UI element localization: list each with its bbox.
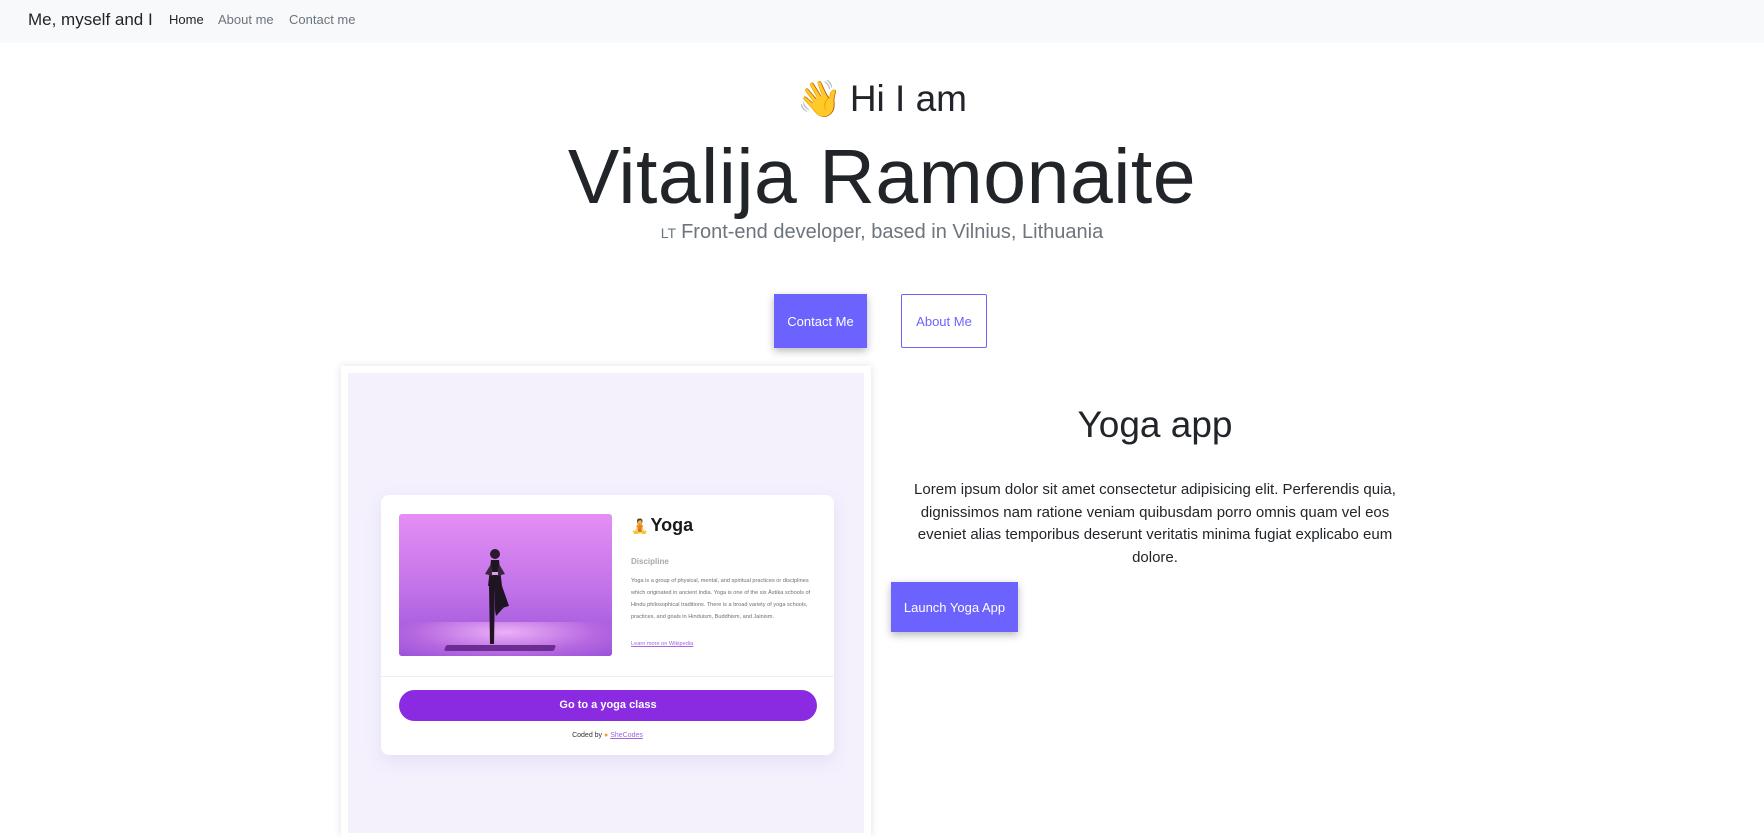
hero-subtitle: LT Front-end developer, based in Vilnius,… bbox=[0, 221, 1764, 244]
project-screenshot: 🧘 Yoga Discipline Yoga is a group of phys… bbox=[348, 373, 864, 833]
nav-link-about[interactable]: About me bbox=[218, 12, 274, 27]
shecodes-logo-icon: ● bbox=[604, 732, 609, 739]
yoga-subheading: Discipline bbox=[631, 557, 669, 566]
contact-me-button[interactable]: Contact Me bbox=[774, 294, 867, 348]
nav-link-home[interactable]: Home bbox=[169, 12, 204, 27]
project-preview-frame: 🧘 Yoga Discipline Yoga is a group of phys… bbox=[341, 366, 871, 836]
lithuania-flag-icon: LT bbox=[660, 225, 677, 241]
navbar-brand[interactable]: Me, myself and I bbox=[28, 10, 153, 30]
hero-name: Vitalija Ramonaite bbox=[567, 134, 1197, 220]
yoga-title-text: Yoga bbox=[650, 515, 694, 535]
nav-link-contact[interactable]: Contact me bbox=[289, 12, 355, 27]
launch-yoga-app-button[interactable]: Launch Yoga App bbox=[891, 582, 1018, 632]
about-me-button[interactable]: About Me bbox=[901, 294, 987, 348]
navbar: Me, myself and I Home About me Contact m… bbox=[0, 0, 1764, 43]
yoga-app-card: 🧘 Yoga Discipline Yoga is a group of phys… bbox=[381, 495, 834, 755]
shecodes-link[interactable]: SheCodes bbox=[610, 732, 643, 739]
go-to-yoga-class-button[interactable]: Go to a yoga class bbox=[399, 690, 817, 721]
subtitle-text: Front-end developer, based in Vilnius, L… bbox=[681, 221, 1104, 243]
hero-greeting: 👋 Hi I am bbox=[0, 78, 1764, 120]
yoga-photo bbox=[399, 514, 612, 656]
card-divider bbox=[381, 676, 834, 677]
yoga-app-title: 🧘 Yoga bbox=[631, 515, 693, 536]
greeting-text: Hi I am bbox=[849, 78, 967, 119]
yoga-description: Yoga is a group of physical, mental, and… bbox=[631, 578, 811, 620]
project-description: Lorem ipsum dolor sit amet consectetur a… bbox=[914, 481, 1396, 566]
project-title: Yoga app bbox=[1077, 404, 1233, 445]
coded-by-footer: Coded by ● SheCodes bbox=[381, 732, 834, 739]
lotus-position-icon: 🧘 bbox=[631, 518, 649, 534]
waving-hand-icon: 👋 bbox=[796, 78, 842, 119]
yogi-figure-icon bbox=[485, 549, 509, 644]
wikipedia-link[interactable]: Learn more on Wikipedia bbox=[631, 641, 693, 647]
coded-by-text: Coded by bbox=[572, 732, 603, 739]
